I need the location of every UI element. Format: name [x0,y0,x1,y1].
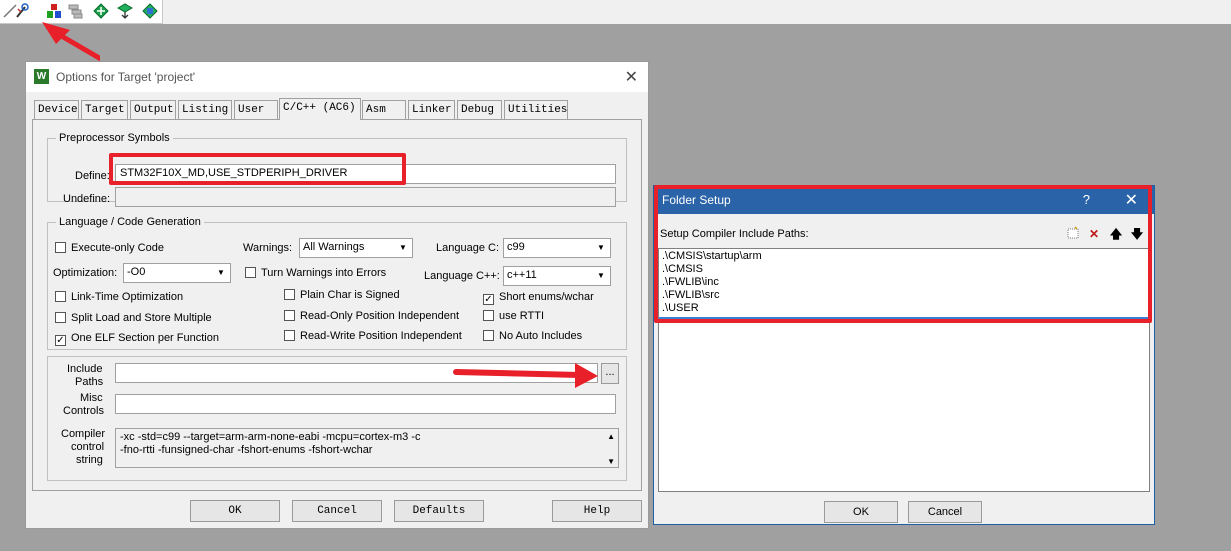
language-c-select[interactable]: c99 ▼ [503,238,611,258]
help-button[interactable]: Help [552,500,642,522]
chevron-down-icon: ▼ [399,243,407,252]
language-legend: Language / Code Generation [59,216,201,228]
tab-target[interactable]: Target [81,100,128,119]
language-c-label: Language C: [436,242,499,254]
define-label: Define: [75,170,110,182]
ok-button[interactable]: OK [190,500,280,522]
warnings-label: Warnings: [243,242,293,254]
plain-char-checkbox[interactable]: Plain Char is Signed [284,289,400,301]
misc-label: Misc [80,392,103,404]
compiler-line-2: -fno-rtti -funsigned-char -fshort-enums … [120,444,373,456]
annotation-arrow-browse [453,363,598,388]
undefine-label: Undefine: [63,193,111,205]
compiler-label: Compiler [61,428,106,440]
chevron-down-icon: ▼ [597,243,605,252]
misc-label-2: Controls [63,405,104,417]
compiler-line-1: -xc -std=c99 --target=arm-arm-none-eabi … [120,431,421,443]
tab-listing[interactable]: Listing [178,100,232,119]
folder-cancel-button[interactable]: Cancel [908,501,982,523]
options-for-target-dialog: W Options for Target 'project' ✕ Device … [25,61,649,529]
include-label-2: Paths [75,376,104,388]
tab-device[interactable]: Device [34,100,79,119]
keil-logo-icon: W [34,69,49,84]
folder-setup-highlight-box [654,185,1152,323]
lto-checkbox[interactable]: Link-Time Optimization [55,291,183,303]
split-load-checkbox[interactable]: Split Load and Store Multiple [55,312,212,324]
download-target-icon[interactable] [117,3,133,19]
dialog-titlebar: W Options for Target 'project' ✕ [26,62,648,92]
tab-asm[interactable]: Asm [362,100,406,119]
compiler-label-2: control [71,441,105,453]
tab-linker[interactable]: Linker [408,100,455,119]
misc-controls-field[interactable] [115,394,616,414]
defaults-button[interactable]: Defaults [394,500,484,522]
one-elf-checkbox[interactable]: ✓ One ELF Section per Function [55,332,219,346]
tab-output[interactable]: Output [130,100,176,119]
tab-user[interactable]: User [234,100,278,119]
close-icon[interactable]: ✕ [625,67,638,87]
use-rtti-checkbox[interactable]: use RTTI [483,310,544,322]
tab-debug[interactable]: Debug [457,100,502,119]
pack-installer-icon[interactable] [142,3,158,19]
ro-pi-checkbox[interactable]: Read-Only Position Independent [284,310,459,322]
tab-cc-ac6[interactable]: C/C++ (AC6) [279,98,361,120]
main-toolbar [0,0,1231,24]
scroll-down-icon[interactable]: ▼ [607,455,615,468]
compiler-label-3: string [76,454,103,466]
language-cpp-select[interactable]: c++11 ▼ [503,266,611,286]
language-cpp-label: Language C++: [424,270,500,282]
chevron-down-icon: ▼ [217,268,225,277]
short-enums-checkbox[interactable]: ✓ Short enums/wchar [483,291,594,305]
scroll-up-icon[interactable]: ▲ [607,430,615,443]
preprocessor-legend: Preprocessor Symbols [59,132,170,144]
dialog-title: Options for Target 'project' [56,70,196,84]
rw-pi-checkbox[interactable]: Read-Write Position Independent [284,330,462,342]
cancel-button[interactable]: Cancel [292,500,382,522]
define-highlight-box [109,153,406,185]
no-auto-includes-checkbox[interactable]: No Auto Includes [483,330,582,342]
chevron-down-icon: ▼ [597,271,605,280]
optimization-select[interactable]: -O0 ▼ [123,263,231,283]
warnings-select[interactable]: All Warnings ▼ [299,238,413,258]
annotation-arrow-toolbar [42,22,100,62]
undefine-field[interactable] [115,187,616,207]
optimization-label: Optimization: [53,267,118,279]
turn-warnings-checkbox[interactable]: Turn Warnings into Errors [245,267,386,279]
tab-utilities[interactable]: Utilities [504,100,568,119]
compiler-control-string[interactable]: -xc -std=c99 --target=arm-arm-none-eabi … [115,428,619,468]
execute-only-checkbox[interactable]: Execute-only Code [55,242,164,254]
include-label: Include [67,363,103,375]
folder-ok-button[interactable]: OK [824,501,898,523]
